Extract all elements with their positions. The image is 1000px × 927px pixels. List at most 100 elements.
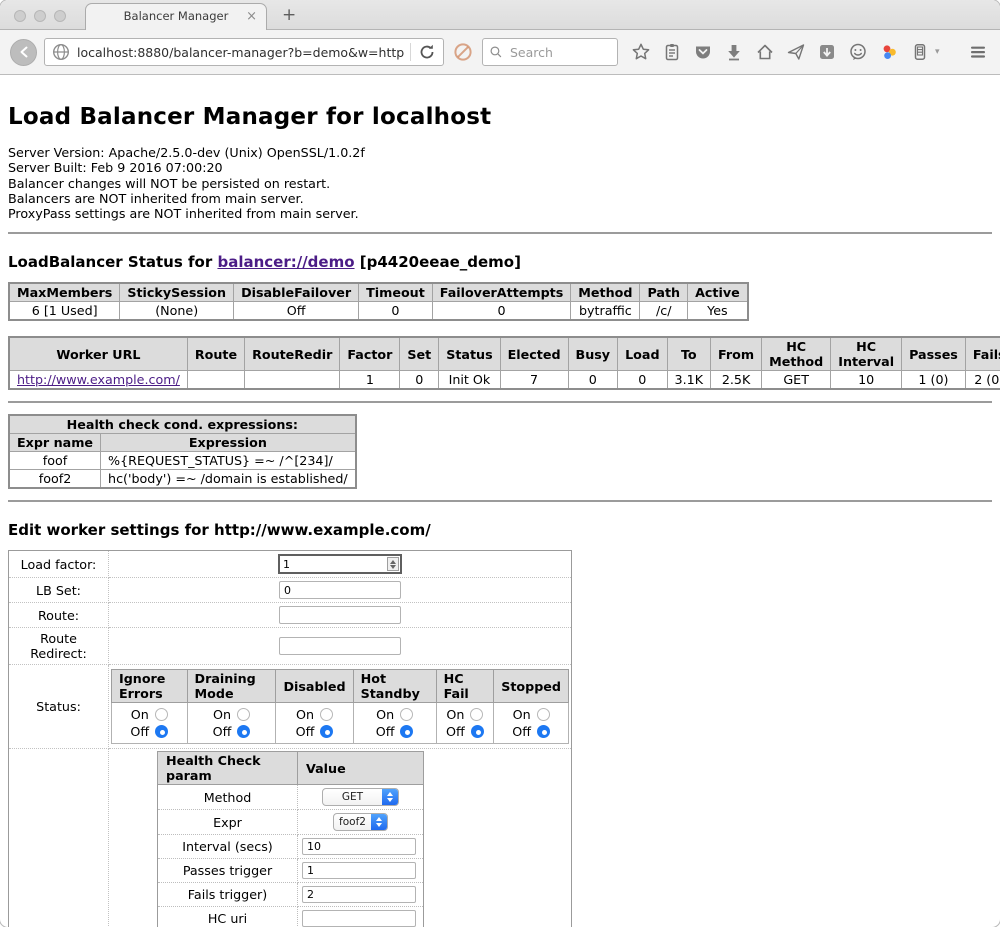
load-factor-label: Load factor:: [9, 551, 109, 578]
radio-off-selected[interactable]: [400, 725, 413, 738]
url-input[interactable]: localhost:8880/balancer-manager?b=demo&w…: [77, 45, 404, 60]
menu-hamburger-icon[interactable]: [968, 42, 988, 62]
table-row: foof %{REQUEST_STATUS} =~ /^[234]/: [9, 452, 356, 470]
hc-interval-input[interactable]: [302, 838, 416, 855]
status-label: Status:: [9, 665, 109, 749]
balancer-status-table: MaxMembers StickySession DisableFailover…: [8, 282, 749, 321]
route-redirect-input[interactable]: [279, 637, 401, 655]
chevron-down-icon[interactable]: ▾: [935, 47, 940, 57]
navigation-toolbar: localhost:8880/balancer-manager?b=demo&w…: [0, 30, 1000, 75]
toolbar-icons: ▾: [631, 42, 1000, 62]
status-draining-mode-cell: On Off: [187, 703, 276, 744]
table-row: http://www.example.com/ 1 0 Init Ok 7 0 …: [9, 371, 1000, 390]
pocket-icon[interactable]: [693, 42, 713, 62]
column-header: Busy: [568, 337, 618, 371]
chat-smiley-icon[interactable]: [848, 42, 868, 62]
download-icon[interactable]: [724, 42, 744, 62]
route-label: Route:: [9, 603, 109, 628]
reading-list-icon[interactable]: [662, 42, 682, 62]
tab-close-icon[interactable]: ×: [246, 4, 257, 29]
radio-on[interactable]: [155, 708, 168, 721]
radio-off-selected[interactable]: [537, 725, 550, 738]
column-header: Path: [640, 283, 688, 302]
column-header: FailoverAttempts: [432, 283, 571, 302]
lb-set-input[interactable]: [279, 581, 401, 599]
on-label: On: [213, 706, 231, 723]
on-label: On: [296, 706, 314, 723]
hc-passes-input[interactable]: [302, 862, 416, 879]
reload-icon[interactable]: [417, 42, 437, 62]
hc-fails-input[interactable]: [302, 886, 416, 903]
search-input[interactable]: [508, 44, 603, 61]
radio-on[interactable]: [320, 708, 333, 721]
send-plane-icon[interactable]: [786, 42, 806, 62]
heading-suffix: [p4420eeae_demo]: [355, 253, 521, 271]
status-options-table: Ignore Errors Draining Mode Disabled Hot…: [111, 669, 569, 744]
health-check-param-table: Health Check param Value Method GET Expr: [157, 751, 424, 927]
balancer-demo-link[interactable]: balancer://demo: [217, 253, 354, 271]
radio-off-selected[interactable]: [237, 725, 250, 738]
column-header: HC Interval: [831, 337, 902, 371]
radio-on[interactable]: [537, 708, 550, 721]
cell-factor: 1: [340, 371, 400, 390]
on-label: On: [131, 706, 149, 723]
search-bar[interactable]: [482, 38, 618, 66]
edit-worker-form: Load factor: LB Set: Route: Route Redire…: [8, 550, 572, 927]
cell-hc-method: GET: [762, 371, 831, 390]
status-ignore-errors-cell: On Off: [112, 703, 188, 744]
search-icon: [489, 45, 503, 59]
load-factor-input[interactable]: [280, 558, 387, 571]
container-clipboard-icon[interactable]: [910, 42, 930, 62]
column-header: Elected: [500, 337, 568, 371]
hc-param-header: Health Check param: [158, 752, 298, 785]
edit-worker-heading: Edit worker settings for http://www.exam…: [8, 521, 992, 539]
minimize-window-button[interactable]: [34, 10, 46, 22]
cell-disablefailover: Off: [234, 302, 359, 321]
address-bar[interactable]: localhost:8880/balancer-manager?b=demo&w…: [44, 38, 444, 66]
load-factor-field[interactable]: [278, 554, 402, 574]
column-header: MaxMembers: [9, 283, 120, 302]
new-tab-button[interactable]: +: [282, 2, 296, 28]
colored-dots-extension-icon[interactable]: [879, 42, 899, 62]
worker-url-link[interactable]: http://www.example.com/: [17, 372, 180, 387]
tab-balancer-manager[interactable]: Balancer Manager ×: [85, 3, 267, 30]
column-header: From: [711, 337, 762, 371]
tab-title: Balancer Manager: [124, 9, 229, 23]
save-to-device-icon[interactable]: [817, 42, 837, 62]
radio-off-selected[interactable]: [155, 725, 168, 738]
cell-expression: hc('body') =~ /domain is established/: [101, 470, 356, 489]
route-input[interactable]: [279, 606, 401, 624]
hc-uri-label: HC uri: [158, 907, 298, 927]
radio-on[interactable]: [237, 708, 250, 721]
radio-on[interactable]: [470, 708, 483, 721]
column-header: Worker URL: [9, 337, 187, 371]
back-button[interactable]: [10, 39, 37, 66]
hc-uri-input[interactable]: [302, 910, 416, 927]
radio-off-selected[interactable]: [471, 725, 484, 738]
close-window-button[interactable]: [14, 10, 26, 22]
home-icon[interactable]: [755, 42, 775, 62]
zoom-window-button[interactable]: [54, 10, 66, 22]
column-header: Route: [187, 337, 244, 371]
back-arrow-icon: [16, 44, 32, 60]
column-header: Passes: [902, 337, 966, 371]
cell-elected: 7: [500, 371, 568, 390]
divider: [8, 500, 992, 502]
cell-expr-name: foof: [9, 452, 101, 470]
method-select[interactable]: GET: [322, 788, 399, 806]
status-column-header: Ignore Errors: [112, 670, 188, 703]
bookmark-star-icon[interactable]: [631, 42, 651, 62]
expr-select[interactable]: foof2: [333, 813, 388, 831]
hc-interval-label: Interval (secs): [158, 835, 298, 859]
number-stepper-icon[interactable]: [387, 557, 399, 571]
radio-off-selected[interactable]: [320, 725, 333, 738]
cell-busy: 0: [568, 371, 618, 390]
status-stopped-cell: On Off: [494, 703, 569, 744]
radio-on[interactable]: [400, 708, 413, 721]
balancer-status-heading: LoadBalancer Status for balancer://demo …: [8, 253, 992, 271]
cell-expr-name: foof2: [9, 470, 101, 489]
select-stepper-icon: [371, 813, 387, 831]
content-blocked-icon[interactable]: [453, 42, 473, 62]
off-label: Off: [376, 723, 395, 740]
hc-method-label: Method: [158, 785, 298, 810]
